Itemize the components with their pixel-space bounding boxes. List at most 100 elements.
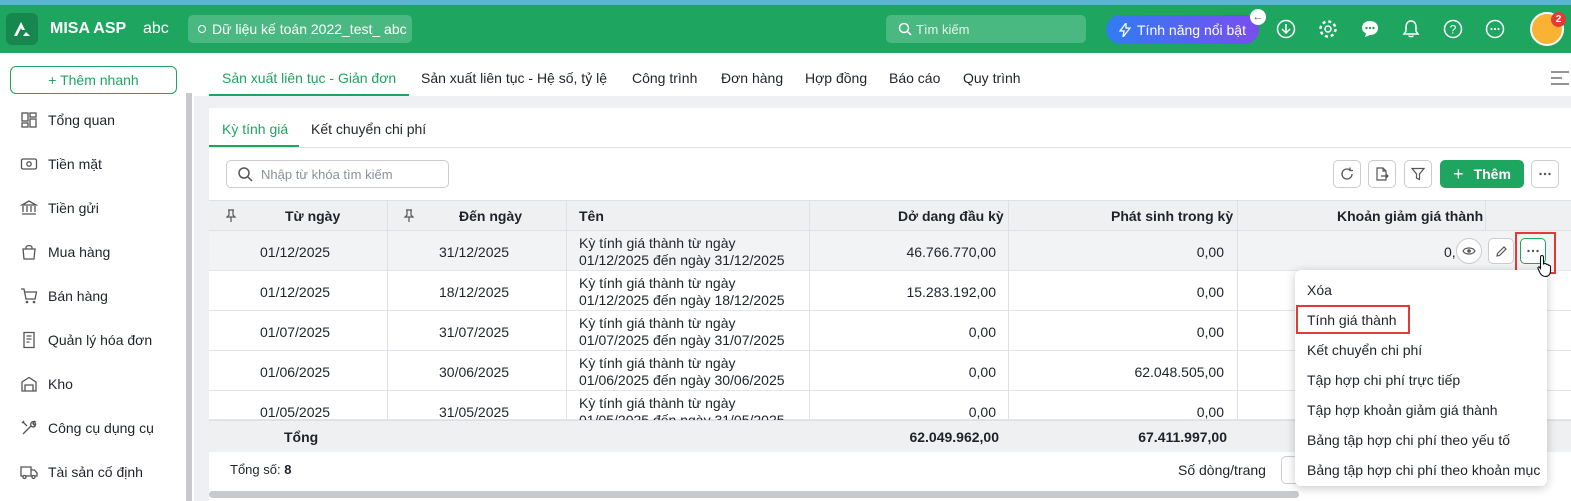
notification-badge: 2 bbox=[1551, 12, 1566, 27]
column-header-incurred[interactable]: Phát sinh trong kỳ bbox=[1111, 208, 1233, 224]
tab-continuous-simple[interactable]: Sản xuất liên tục - Giản đơn bbox=[222, 70, 396, 86]
column-divider bbox=[1485, 200, 1486, 231]
search-icon bbox=[898, 22, 912, 36]
sidebar-item-label: Tài sản cố định bbox=[48, 464, 143, 480]
tab-process[interactable]: Quy trình bbox=[963, 70, 1021, 86]
bank-icon bbox=[20, 200, 38, 215]
module-tab-bar bbox=[194, 53, 1571, 96]
filter-icon bbox=[1411, 167, 1425, 181]
tab-reports[interactable]: Báo cáo bbox=[889, 70, 940, 86]
tab-continuous-ratio[interactable]: Sản xuất liên tục - Hệ số, tỷ lệ bbox=[421, 70, 607, 86]
invoice-icon bbox=[23, 331, 35, 349]
cell-incurred: 0,00 bbox=[1196, 284, 1224, 300]
horizontal-scrollbar[interactable] bbox=[209, 491, 1299, 498]
cell-opening-wip: 46.766.770,00 bbox=[906, 244, 996, 260]
hand-cursor-icon bbox=[1537, 254, 1552, 278]
collapse-arrow-icon[interactable]: ← bbox=[1250, 9, 1266, 25]
tab-orders[interactable]: Đơn hàng bbox=[721, 70, 783, 86]
menu-item-cost-reductions[interactable]: Tập hợp khoản giảm giá thành bbox=[1307, 402, 1498, 418]
rows-per-page-label: Số dòng/trang bbox=[1178, 462, 1266, 478]
menu-item-transfer-cost[interactable]: Kết chuyển chi phí bbox=[1307, 342, 1422, 358]
view-button[interactable] bbox=[1456, 238, 1482, 264]
global-search-placeholder: Tìm kiếm bbox=[916, 21, 970, 37]
menu-item-delete[interactable]: Xóa bbox=[1307, 282, 1332, 298]
column-divider bbox=[1237, 200, 1238, 420]
chat-icon[interactable] bbox=[1360, 19, 1380, 39]
cell-to-date: 18/12/2025 bbox=[439, 284, 510, 300]
database-selector[interactable]: Dữ liệu kế toán 2022_test_ abc bbox=[188, 15, 412, 43]
sidebar-item-tools[interactable]: Công cụ dụng cụ bbox=[20, 416, 154, 440]
tab-pricing-period[interactable]: Kỳ tính giá bbox=[222, 121, 288, 137]
tools-icon bbox=[21, 420, 37, 435]
eye-icon bbox=[1462, 247, 1476, 255]
column-header-from-date[interactable]: Từ ngày bbox=[285, 208, 340, 224]
bell-icon[interactable] bbox=[1401, 19, 1421, 39]
column-settings-icon[interactable] bbox=[1550, 70, 1570, 89]
menu-item-cost-by-element[interactable]: Bảng tập hợp chi phí theo yếu tố bbox=[1307, 432, 1510, 448]
sidebar-item-cash[interactable]: Tiền mặt bbox=[20, 152, 102, 176]
add-button[interactable]: + Thêm bbox=[1440, 160, 1524, 188]
cell-name-line2: 01/12/2025 đến ngày 31/12/2025 bbox=[579, 252, 785, 268]
export-button[interactable] bbox=[1368, 160, 1396, 188]
pin-icon[interactable] bbox=[225, 209, 237, 223]
column-divider bbox=[809, 200, 810, 420]
table-search-input[interactable]: Nhập từ khóa tìm kiếm bbox=[226, 160, 449, 188]
sidebar-item-warehouse[interactable]: Kho bbox=[20, 372, 73, 396]
dashboard-icon bbox=[21, 112, 37, 128]
sidebar-item-label: Công cụ dụng cụ bbox=[48, 420, 154, 436]
cell-from-date: 01/12/2025 bbox=[260, 284, 331, 300]
menu-item-direct-costs[interactable]: Tập hợp chi phí trực tiếp bbox=[1307, 372, 1460, 388]
download-icon[interactable] bbox=[1276, 19, 1296, 39]
record-count-value: 8 bbox=[284, 462, 292, 477]
misa-logo-icon[interactable] bbox=[6, 13, 38, 45]
menu-item-cost-by-item[interactable]: Bảng tập hợp chi phí theo khoản mục bbox=[1307, 462, 1540, 478]
quick-add-button[interactable]: + Thêm nhanh bbox=[10, 66, 177, 94]
sidebar-scrollbar[interactable] bbox=[186, 93, 192, 501]
active-tab-indicator bbox=[209, 94, 409, 96]
warehouse-icon bbox=[21, 376, 37, 392]
tab-cost-transfer[interactable]: Kết chuyển chi phí bbox=[311, 121, 426, 137]
gear-icon[interactable] bbox=[1318, 19, 1338, 39]
column-header-opening-wip[interactable]: Dở dang đầu kỳ bbox=[898, 208, 1004, 224]
global-search-input[interactable]: Tìm kiếm bbox=[886, 15, 1086, 43]
sidebar-item-sales[interactable]: Bán hàng bbox=[20, 284, 108, 308]
shopping-bag-icon bbox=[22, 244, 36, 260]
cell-cost-reduction: 0, bbox=[1444, 244, 1456, 260]
database-name: Dữ liệu kế toán 2022_test_ abc bbox=[212, 21, 407, 37]
cart-icon bbox=[21, 288, 38, 304]
refresh-button[interactable] bbox=[1333, 160, 1361, 188]
sidebar-item-label: Quản lý hóa đơn bbox=[48, 332, 153, 348]
sidebar-item-fixed-assets[interactable]: Tài sản cố định bbox=[20, 460, 143, 484]
column-header-cost-reduction[interactable]: Khoản giảm giá thành bbox=[1337, 208, 1483, 224]
sidebar-item-label: Tiền mặt bbox=[48, 156, 102, 172]
sidebar-item-label: Tổng quan bbox=[48, 112, 115, 128]
column-header-name[interactable]: Tên bbox=[579, 208, 604, 224]
more-apps-icon[interactable] bbox=[1485, 19, 1505, 39]
sidebar-item-deposit[interactable]: Tiền gửi bbox=[20, 196, 99, 220]
cell-name-line2: 01/07/2025 đến ngày 31/07/2025 bbox=[579, 332, 785, 348]
edit-button[interactable] bbox=[1488, 238, 1514, 264]
pin-icon[interactable] bbox=[403, 209, 415, 223]
table-row[interactable] bbox=[209, 231, 1571, 271]
cell-opening-wip: 15.283.192,00 bbox=[906, 284, 996, 300]
app-name: MISA ASP bbox=[50, 20, 127, 37]
cell-name-line2: 01/06/2025 đến ngày 30/06/2025 bbox=[579, 372, 785, 388]
pencil-icon bbox=[1495, 245, 1507, 257]
cash-icon bbox=[20, 158, 38, 170]
filter-button[interactable] bbox=[1404, 160, 1432, 188]
sidebar-item-purchase[interactable]: Mua hàng bbox=[20, 240, 110, 264]
plus-icon: + bbox=[1453, 163, 1464, 184]
column-header-to-date[interactable]: Đến ngày bbox=[459, 208, 522, 224]
footer-opening-total: 62.049.962,00 bbox=[909, 429, 999, 445]
column-divider bbox=[387, 200, 388, 420]
tab-construction[interactable]: Công trình bbox=[632, 70, 697, 86]
featured-button-label: Tính năng nổi bật bbox=[1137, 21, 1246, 38]
tab-contracts[interactable]: Hợp đồng bbox=[805, 70, 867, 86]
sidebar-item-invoices[interactable]: Quản lý hóa đơn bbox=[20, 328, 152, 352]
cell-to-date: 31/07/2025 bbox=[439, 324, 510, 340]
more-options-button[interactable] bbox=[1531, 160, 1559, 188]
help-icon[interactable]: ? bbox=[1443, 19, 1463, 39]
sidebar-item-overview[interactable]: Tổng quan bbox=[20, 108, 115, 132]
featured-button[interactable]: Tính năng nổi bật bbox=[1106, 15, 1259, 44]
record-count-label: Tổng số: bbox=[230, 462, 281, 477]
